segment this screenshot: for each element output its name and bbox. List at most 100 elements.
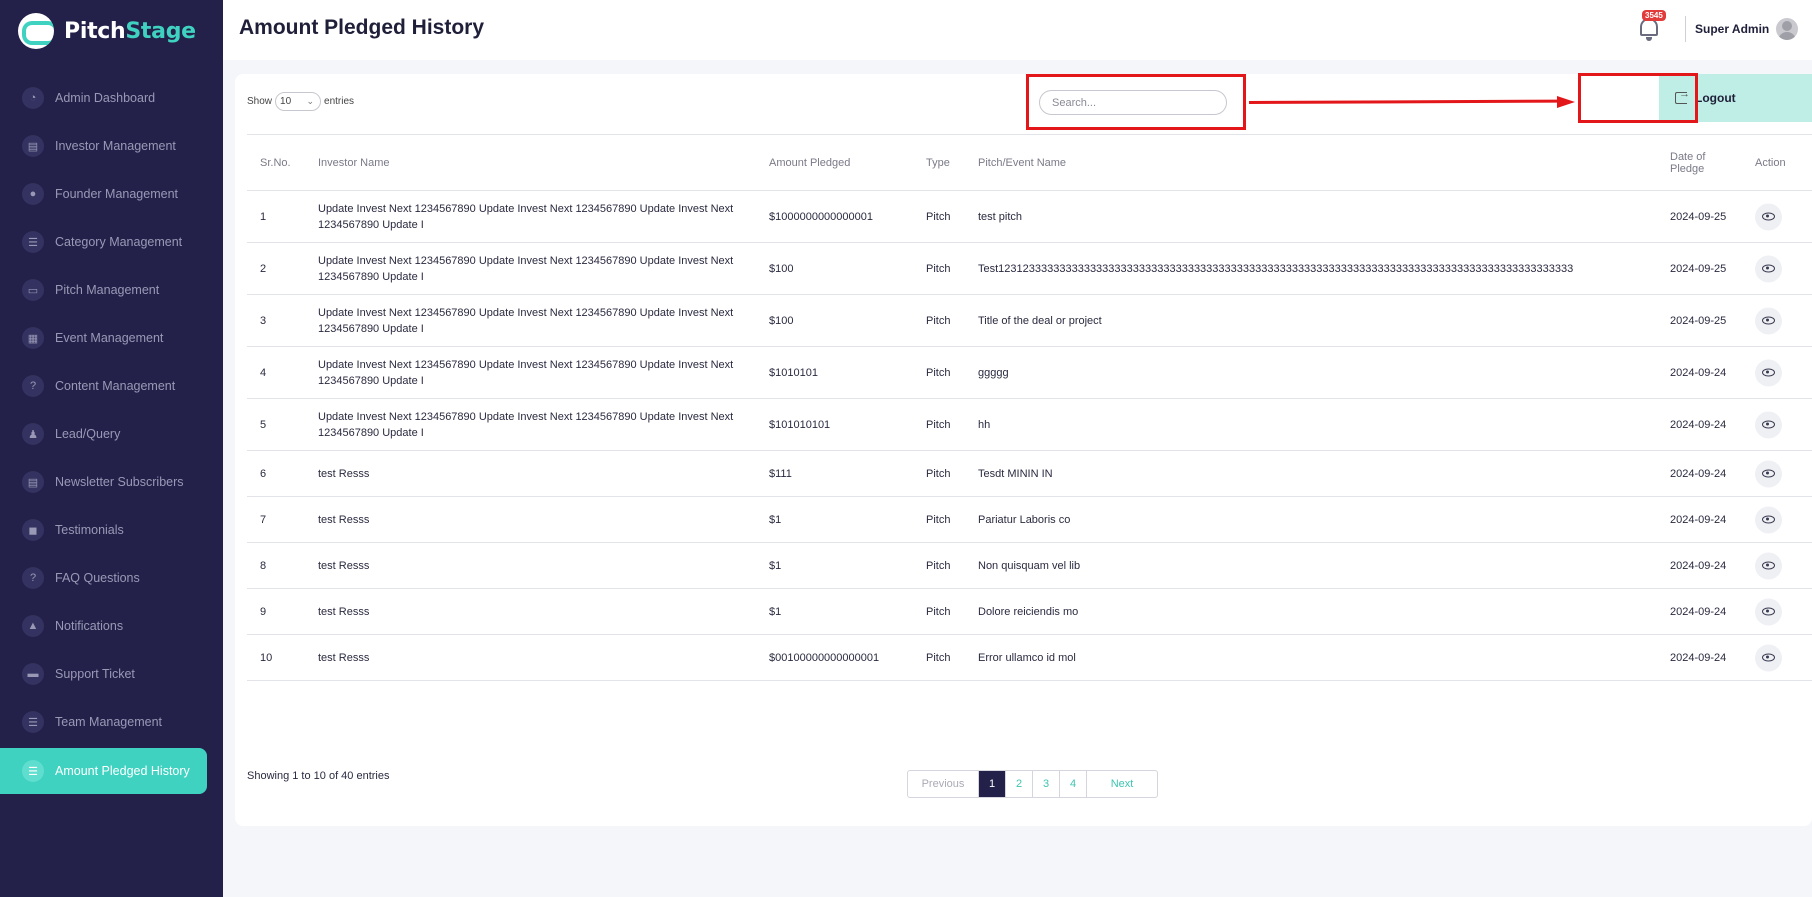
- view-button[interactable]: [1755, 552, 1782, 579]
- sidebar-item-label: Investor Management: [55, 139, 176, 153]
- sidebar-item-category-management[interactable]: ☰ Category Management: [0, 218, 223, 266]
- cell-action: [1755, 552, 1782, 579]
- header-sr-no[interactable]: Sr.No.: [260, 157, 291, 169]
- sidebar-item-newsletter-subscribers[interactable]: ▤ Newsletter Subscribers: [0, 458, 223, 506]
- pagination-previous-button[interactable]: Previous: [908, 771, 979, 797]
- logout-highlight-box: [1578, 73, 1698, 123]
- cell-date-of-pledge: 2024-09-24: [1670, 467, 1727, 480]
- cell-type: Pitch: [926, 651, 951, 664]
- eye-icon: [1762, 469, 1775, 478]
- cell-amount-pledged: $1: [769, 559, 782, 572]
- view-button[interactable]: [1755, 460, 1782, 487]
- notification-bell-icon[interactable]: 3545: [1636, 10, 1666, 42]
- showing-entries-text: Showing 1 to 10 of 40 entries: [247, 770, 390, 782]
- cell-sr-no: 10: [260, 651, 273, 664]
- cell-pitch-event-name: Tesdt MININ IN: [978, 467, 1053, 480]
- cell-sr-no: 2: [260, 262, 267, 275]
- eye-icon: [1762, 653, 1775, 662]
- sidebar-item-event-management[interactable]: ▦ Event Management: [0, 314, 223, 362]
- sidebar-item-founder-management[interactable]: ● Founder Management: [0, 170, 223, 218]
- chat-icon: ◼: [22, 519, 44, 541]
- cell-action: [1755, 411, 1782, 438]
- view-button[interactable]: [1755, 203, 1782, 230]
- view-button[interactable]: [1755, 411, 1782, 438]
- pagination-page-button[interactable]: 3: [1033, 771, 1060, 797]
- entries-select[interactable]: 10 ⌄: [275, 92, 322, 111]
- view-button[interactable]: [1755, 307, 1782, 334]
- view-button[interactable]: [1755, 359, 1782, 386]
- cell-amount-pledged: $101010101: [769, 418, 831, 431]
- newspaper-icon: ▤: [22, 471, 44, 493]
- cell-date-of-pledge: 2024-09-24: [1670, 559, 1727, 572]
- cell-action: [1755, 460, 1782, 487]
- sidebar-item-content-management[interactable]: ? Content Management: [0, 362, 223, 410]
- pledged-history-card: Show 10 ⌄ entries Logout Sr.No. Investor…: [235, 73, 1812, 826]
- sidebar-item-team-management[interactable]: ☰ Team Management: [0, 698, 223, 746]
- sidebar-item-label: Notifications: [55, 619, 124, 633]
- header-action: Action: [1755, 156, 1786, 169]
- cell-amount-pledged: $1: [769, 513, 782, 526]
- cell-investor-name: test Resss: [318, 605, 370, 618]
- sidebar-item-lead-query[interactable]: ♟ Lead/Query: [0, 410, 223, 458]
- sidebar-item-pitch-management[interactable]: ▭ Pitch Management: [0, 266, 223, 314]
- header-date-of-pledge[interactable]: Date of Pledge: [1670, 151, 1730, 175]
- cell-sr-no: 7: [260, 513, 267, 526]
- cell-sr-no: 6: [260, 467, 267, 480]
- view-button[interactable]: [1755, 255, 1782, 282]
- table-row: 9 test Resss $1 Pitch Dolore reiciendis mo 20…: [247, 589, 1812, 635]
- cell-date-of-pledge: 2024-09-24: [1670, 366, 1727, 379]
- cell-date-of-pledge: 2024-09-24: [1670, 418, 1727, 431]
- cell-investor-name: Update Invest Next 1234567890 Update Inv…: [318, 254, 734, 283]
- header-pitch-event-name[interactable]: Pitch/Event Name: [978, 157, 1638, 169]
- sidebar-item-label: Lead/Query: [55, 427, 121, 441]
- pagination-next-button[interactable]: Next: [1087, 771, 1157, 797]
- sidebar: PitchStage ◔ Admin Dashboard ▤ Investor Man…: [0, 0, 223, 897]
- sidebar-item-notifications[interactable]: ▲ Notifications: [0, 602, 223, 650]
- sidebar-item-support-ticket[interactable]: ▬ Support Ticket: [0, 650, 223, 698]
- admin-name[interactable]: Super Admin: [1695, 22, 1769, 36]
- calendar-icon: ▦: [22, 327, 44, 349]
- cell-action: [1755, 644, 1782, 671]
- brand-logo[interactable]: PitchStage: [18, 12, 196, 50]
- cell-amount-pledged: $1: [769, 605, 782, 618]
- pagination-page-button[interactable]: 2: [1006, 771, 1033, 797]
- view-button[interactable]: [1755, 598, 1782, 625]
- cell-amount-pledged: $111: [769, 467, 792, 480]
- sidebar-item-faq-questions[interactable]: ? FAQ Questions: [0, 554, 223, 602]
- sidebar-item-label: Pitch Management: [55, 283, 160, 297]
- sidebar-item-admin-dashboard[interactable]: ◔ Admin Dashboard: [0, 74, 223, 122]
- notification-count-badge: 3545: [1642, 10, 1666, 21]
- header-type[interactable]: Type: [926, 157, 950, 169]
- table-row: 6 test Resss $111 Pitch Tesdt MININ IN 2024-0…: [247, 451, 1812, 497]
- cell-type: Pitch: [926, 366, 951, 379]
- cell-date-of-pledge: 2024-09-25: [1670, 262, 1727, 275]
- search-highlight-box: [1026, 74, 1246, 130]
- sidebar-nav: ◔ Admin Dashboard ▤ Investor Management ● Fou…: [0, 74, 223, 794]
- cell-investor-name: Update Invest Next 1234567890 Update Inv…: [318, 202, 734, 231]
- cell-investor-name: Update Invest Next 1234567890 Update Inv…: [318, 306, 734, 335]
- pagination-page-button[interactable]: 1: [979, 771, 1006, 797]
- header-divider: [1685, 16, 1686, 42]
- view-button[interactable]: [1755, 644, 1782, 671]
- sidebar-item-testimonials[interactable]: ◼ Testimonials: [0, 506, 223, 554]
- cell-pitch-event-name: Error ullamco id mol: [978, 651, 1076, 664]
- header-investor-name[interactable]: Investor Name: [318, 157, 738, 169]
- show-label: Show: [247, 96, 273, 107]
- sidebar-item-label: FAQ Questions: [55, 571, 140, 585]
- cell-action: [1755, 359, 1782, 386]
- sidebar-item-amount-pledged-history[interactable]: ☰ Amount Pledged History: [0, 748, 207, 794]
- cell-pitch-event-name: Pariatur Laboris co: [978, 513, 1071, 526]
- view-button[interactable]: [1755, 506, 1782, 533]
- cell-investor-name: test Resss: [318, 467, 370, 480]
- header-amount-pledged[interactable]: Amount Pledged: [769, 157, 850, 169]
- pagination-page-button[interactable]: 4: [1060, 771, 1087, 797]
- cell-pitch-event-name: Dolore reiciendis mo: [978, 605, 1079, 618]
- cell-sr-no: 4: [260, 366, 267, 379]
- avatar[interactable]: [1776, 18, 1798, 40]
- list-icon: ☰: [22, 760, 44, 782]
- eye-icon: [1762, 368, 1775, 377]
- bulb-icon: ●: [22, 183, 44, 205]
- sidebar-item-label: Content Management: [55, 379, 176, 393]
- sidebar-item-investor-management[interactable]: ▤ Investor Management: [0, 122, 223, 170]
- cell-pitch-event-name: ggggg: [978, 366, 1009, 379]
